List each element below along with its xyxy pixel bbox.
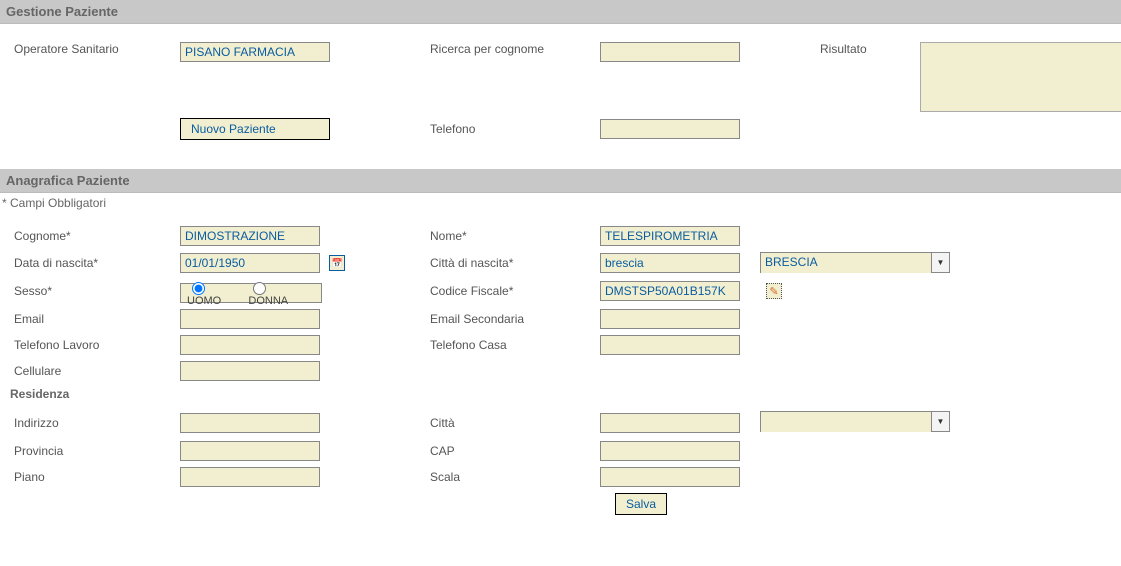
tel-lavoro-input[interactable] [180,335,320,355]
edit-icon[interactable]: ✎ [766,283,782,299]
calendar-icon[interactable]: 📅 [329,255,345,271]
cellulare-input[interactable] [180,361,320,381]
telefono-search-input[interactable] [600,119,740,139]
operatore-input[interactable] [180,42,330,62]
label-email2: Email Secondaria [430,312,600,326]
required-note: * Campi Obbligatori [2,196,1121,210]
label-cf: Codice Fiscale* [430,284,600,298]
citta-combo[interactable]: ▼ [760,411,950,432]
sub-header-residenza: Residenza [10,387,1111,401]
scala-input[interactable] [600,467,740,487]
label-indirizzo: Indirizzo [10,416,180,430]
chevron-down-icon[interactable]: ▼ [931,253,949,272]
email2-input[interactable] [600,309,740,329]
ricerca-cognome-input[interactable] [600,42,740,62]
indirizzo-input[interactable] [180,413,320,433]
label-cap: CAP [430,444,600,458]
label-telefono: Telefono [430,122,600,136]
section-title-gestione: Gestione Paziente [0,0,1121,24]
label-sesso: Sesso* [10,284,180,298]
label-provincia: Provincia [10,444,180,458]
citta-nascita-combo[interactable]: BRESCIA ▼ [760,252,950,273]
provincia-input[interactable] [180,441,320,461]
label-data-nascita: Data di nascita* [10,256,180,270]
label-cellulare: Cellulare [10,364,180,378]
nome-input[interactable] [600,226,740,246]
label-citta-nascita: Città di nascita* [430,256,600,270]
sesso-radio-group: UOMO DONNA [180,283,322,303]
citta-nascita-input[interactable] [600,253,740,273]
label-email: Email [10,312,180,326]
tel-casa-input[interactable] [600,335,740,355]
radio-uomo-label[interactable]: UOMO [187,279,238,307]
nuovo-paziente-button[interactable]: Nuovo Paziente [180,118,330,140]
label-cognome: Cognome* [10,229,180,243]
citta-input[interactable] [600,413,740,433]
cognome-input[interactable] [180,226,320,246]
label-nome: Nome* [430,229,600,243]
data-nascita-input[interactable] [180,253,320,273]
section-title-anagrafica: Anagrafica Paziente [0,169,1121,193]
risultato-area[interactable] [920,42,1121,112]
citta-combo-value [761,412,931,432]
label-tel-casa: Telefono Casa [430,338,600,352]
cf-input[interactable] [600,281,740,301]
label-piano: Piano [10,470,180,484]
section-gestione-paziente: Gestione Paziente Operatore Sanitario Ri… [0,0,1121,154]
piano-input[interactable] [180,467,320,487]
radio-uomo[interactable] [192,282,205,295]
salva-button[interactable]: Salva [615,493,667,515]
label-risultato: Risultato [820,42,920,56]
section-anagrafica-paziente: Anagrafica Paziente * Campi Obbligatori … [0,169,1121,523]
radio-donna-label[interactable]: DONNA [248,279,305,307]
label-citta: Città [430,416,600,430]
email-input[interactable] [180,309,320,329]
label-ricerca-cognome: Ricerca per cognome [430,42,600,56]
citta-nascita-combo-value: BRESCIA [761,253,931,273]
radio-donna[interactable] [253,282,266,295]
chevron-down-icon[interactable]: ▼ [931,412,949,431]
label-scala: Scala [430,470,600,484]
label-tel-lavoro: Telefono Lavoro [10,338,180,352]
cap-input[interactable] [600,441,740,461]
label-operatore: Operatore Sanitario [10,42,180,56]
